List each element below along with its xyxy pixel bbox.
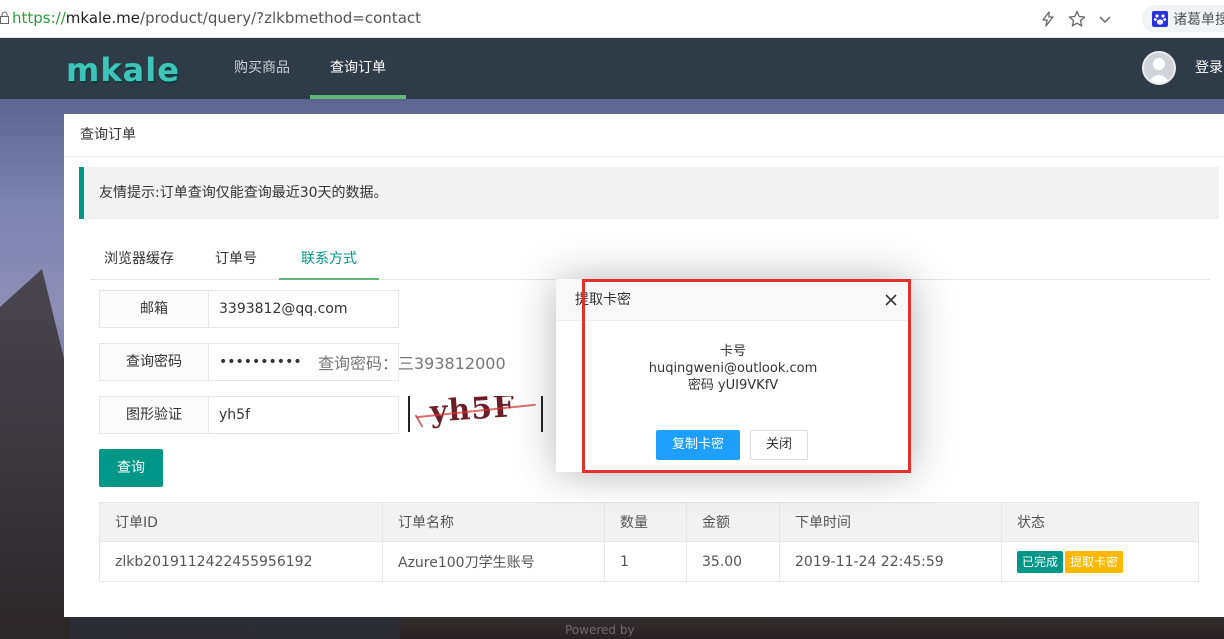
col-order-id: 订单ID (99, 502, 383, 542)
panel-title: 查询订单 (64, 114, 1224, 157)
captcha-image[interactable]: yh5F (408, 396, 543, 432)
search-box-label: 诸葛单搜 (1173, 12, 1224, 28)
copy-card-button[interactable]: 复制卡密 (656, 430, 741, 460)
url-scheme: https:// (12, 9, 66, 27)
nav-item-query-order[interactable]: 查询订单 (310, 38, 406, 99)
powered-by-text: Powered by (565, 623, 635, 637)
lightning-icon[interactable] (1040, 11, 1056, 27)
captcha-input[interactable]: yh5f (209, 396, 399, 434)
table-header-row: 订单ID 订单名称 数量 金额 下单时间 状态 (99, 502, 1199, 542)
avatar[interactable] (1142, 51, 1176, 85)
nav-item-buy[interactable]: 购买商品 (234, 38, 290, 99)
close-icon[interactable] (883, 292, 899, 308)
status-badge: 已完成 (1017, 550, 1064, 573)
captcha-row: 图形验证 yh5f (99, 396, 399, 434)
url-path: /product/query/?zlkbmethod=contact (140, 9, 422, 27)
cell-status: 已完成 提取卡密 (1001, 541, 1199, 582)
table-row: zlkb2019112422455956192 Azure100刀学生账号 1 … (99, 541, 1199, 582)
background-cliff (0, 269, 70, 639)
col-order-time: 下单时间 (779, 502, 1002, 542)
email-row: 邮箱 3393812@qq.com (99, 290, 399, 328)
password-hint: 查询密码：三393812000 (318, 354, 506, 373)
order-table: 订单ID 订单名称 数量 金额 下单时间 状态 zlkb201911242245… (99, 502, 1199, 582)
chevron-down-icon[interactable] (1098, 12, 1112, 26)
baidu-paw-icon (1152, 11, 1168, 27)
address-bar-icons (1040, 8, 1112, 30)
browser-search-box[interactable]: 诸葛单搜 (1142, 5, 1224, 33)
password-label: 查询密码 (99, 343, 209, 381)
login-link[interactable]: 登录 (1195, 38, 1223, 99)
cell-quantity: 1 (604, 541, 687, 582)
url-field[interactable]: https://mkale.me/product/query/?zlkbmeth… (12, 9, 421, 27)
query-tabs: 浏览器缓存 订单号 联系方式 (90, 242, 1210, 280)
email-label: 邮箱 (99, 290, 209, 328)
col-amount: 金额 (686, 502, 780, 542)
card-secret: 密码 yUI9VKfV (687, 378, 779, 393)
col-status: 状态 (1001, 502, 1199, 542)
tab-order-number[interactable]: 订单号 (200, 242, 272, 280)
captcha-label: 图形验证 (99, 396, 209, 434)
extract-card-dialog: 提取卡密 卡号 huqingweni@outlook.com 密码 yUI9VK… (556, 279, 910, 472)
cell-order-time: 2019-11-24 22:45:59 (779, 541, 1002, 582)
dialog-body: 卡号 huqingweni@outlook.com 密码 yUI9VKfV (556, 343, 910, 394)
cell-amount: 35.00 (686, 541, 780, 582)
lock-icon (0, 11, 9, 24)
close-button[interactable]: 关闭 (750, 430, 809, 460)
tab-browser-cache[interactable]: 浏览器缓存 (90, 242, 188, 280)
cell-order-id: zlkb2019112422455956192 (99, 541, 383, 582)
site-logo[interactable]: mkale (66, 51, 180, 89)
tip-notice: 友情提示:订单查询仅能查询最近30天的数据。 (79, 167, 1219, 219)
card-value: huqingweni@outlook.com (648, 361, 818, 376)
extract-card-button[interactable]: 提取卡密 (1065, 550, 1124, 573)
site-nav: mkale 购买商品 查询订单 登录 (0, 38, 1224, 99)
browser-address-bar: https://mkale.me/product/query/?zlkbmeth… (0, 0, 1224, 38)
dialog-buttons: 复制卡密 关闭 (656, 430, 809, 460)
email-field[interactable]: 3393812@qq.com (209, 290, 399, 328)
tab-contact[interactable]: 联系方式 (279, 242, 379, 280)
dialog-title: 提取卡密 (556, 279, 910, 321)
col-quantity: 数量 (604, 502, 687, 542)
col-order-name: 订单名称 (382, 502, 605, 542)
cell-order-name: Azure100刀学生账号 (382, 541, 605, 582)
star-icon[interactable] (1068, 10, 1086, 28)
url-host: mkale.me (65, 9, 141, 27)
query-button[interactable]: 查询 (99, 449, 163, 487)
card-label: 卡号 (719, 344, 746, 359)
user-icon (1148, 58, 1170, 83)
